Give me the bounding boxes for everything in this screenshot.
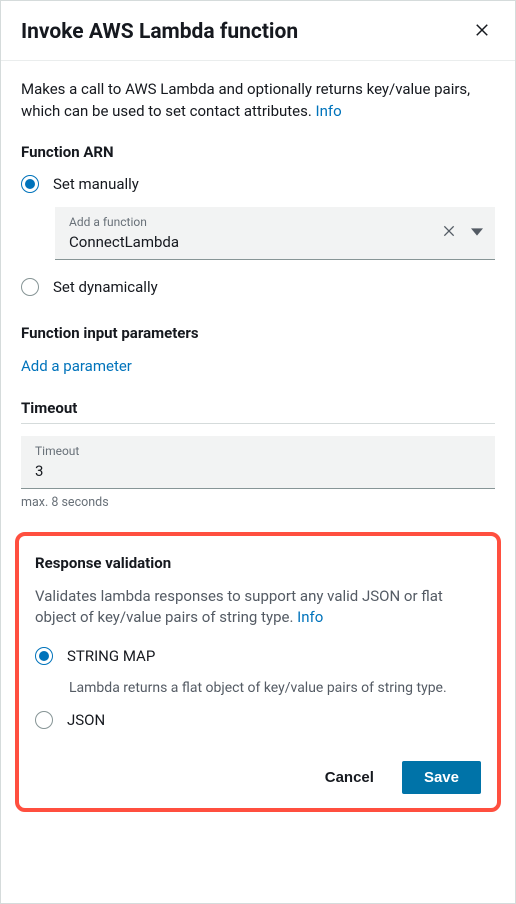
select-value: ConnectLambda [69,233,441,251]
panel-body: Makes a call to AWS Lambda and optionall… [1,61,515,903]
add-parameter-link[interactable]: Add a parameter [21,357,132,375]
response-validation-highlight: Response validation Validates lambda res… [15,532,501,812]
radio-label: JSON [67,711,105,729]
radio-set-dynamically[interactable]: Set dynamically [21,278,495,296]
clear-selection-button[interactable] [441,223,457,243]
info-link[interactable]: Info [297,608,323,626]
response-option-string-map: STRING MAP Lambda returns a flat object … [35,647,481,699]
response-desc-text: Validates lambda responses to support an… [35,587,443,627]
radio-set-manually[interactable]: Set manually [21,175,495,193]
close-button[interactable] [469,17,495,46]
timeout-helper: max. 8 seconds [21,495,495,510]
select-actions [441,223,483,243]
dropdown-toggle[interactable] [471,223,483,242]
invoke-lambda-panel: Invoke AWS Lambda function Makes a call … [0,0,516,904]
function-select-wrapper: Add a function ConnectLambda [55,207,495,260]
timeout-input[interactable]: Timeout 3 [21,436,495,489]
response-option-json: JSON [35,711,481,729]
response-validation-label: Response validation [35,554,481,572]
string-map-description: Lambda returns a flat object of key/valu… [69,679,481,699]
radio-label: STRING MAP [67,647,155,665]
radio-string-map[interactable]: STRING MAP [35,647,481,665]
radio-icon [35,647,53,665]
description-text: Makes a call to AWS Lambda and optionall… [21,80,470,120]
close-icon [441,224,457,243]
function-select[interactable]: Add a function ConnectLambda [55,207,495,260]
function-arn-label: Function ARN [21,143,495,161]
footer-actions: Cancel Save [35,741,481,794]
panel-description: Makes a call to AWS Lambda and optionall… [21,79,495,123]
save-button[interactable]: Save [402,761,481,794]
cancel-button[interactable]: Cancel [307,761,392,794]
response-validation-description: Validates lambda responses to support an… [35,586,481,630]
panel-title: Invoke AWS Lambda function [21,20,298,44]
timeout-value: 3 [35,462,481,480]
timeout-field-label: Timeout [35,444,481,458]
info-link[interactable]: Info [316,102,342,120]
caret-down-icon [471,223,483,242]
radio-icon [35,711,53,729]
radio-label: Set dynamically [53,278,158,296]
input-params-label: Function input parameters [21,324,495,342]
close-icon [473,27,491,42]
radio-json[interactable]: JSON [35,711,481,729]
radio-icon [21,278,39,296]
panel-header: Invoke AWS Lambda function [1,1,515,61]
radio-icon [21,175,39,193]
timeout-section-label: Timeout [21,399,495,424]
select-placeholder: Add a function [69,215,441,229]
select-content: Add a function ConnectLambda [69,215,441,251]
radio-label: Set manually [53,175,139,193]
